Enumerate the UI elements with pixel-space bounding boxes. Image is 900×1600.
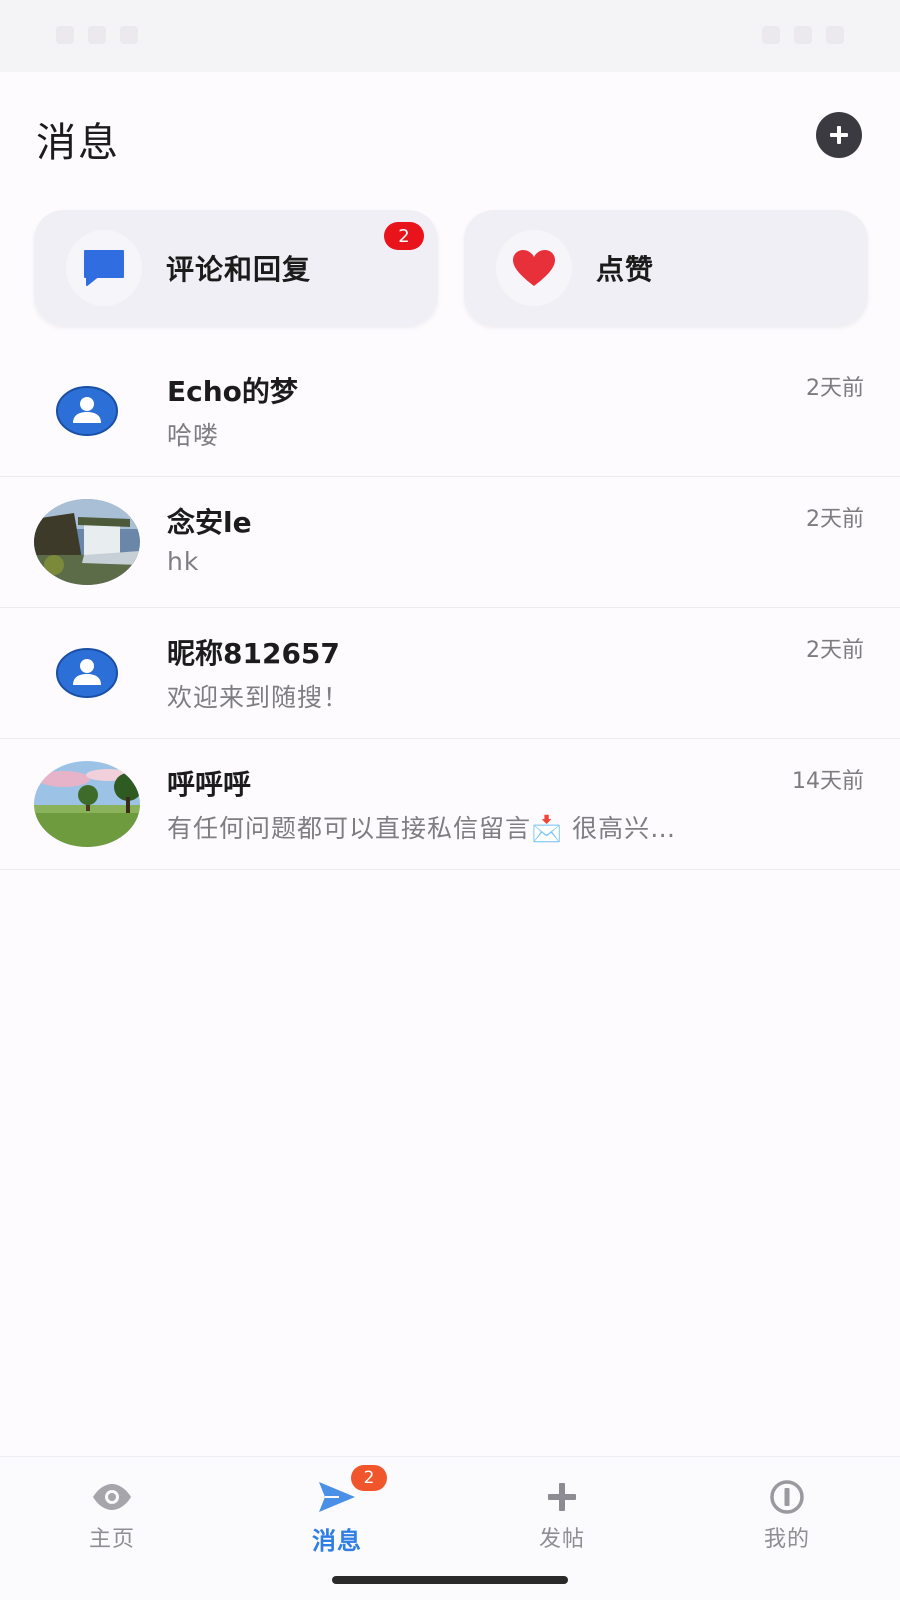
message-time: 2天前 — [806, 507, 864, 532]
page-title: 消息 — [36, 120, 120, 166]
avatar — [34, 761, 140, 847]
message-time: 2天前 — [806, 638, 864, 663]
message-row[interactable]: Echo的梦 哈喽 2天前 — [0, 346, 900, 477]
quick-cards: 评论和回复 2 点赞 — [34, 210, 868, 326]
home-indicator[interactable] — [332, 1576, 568, 1584]
message-row[interactable]: 念安le hk 2天前 — [0, 477, 900, 608]
tab-profile[interactable]: 我的 — [727, 1477, 847, 1557]
tab-messages[interactable]: 消息 2 — [277, 1465, 397, 1557]
contact-name: 昵称812657 — [167, 637, 340, 670]
message-preview: 欢迎来到随搜！ — [167, 683, 350, 712]
default-user-icon — [56, 648, 118, 698]
plus-circle-icon — [830, 126, 848, 144]
status-icon — [88, 26, 106, 44]
add-button[interactable] — [816, 112, 862, 158]
unread-badge: 2 — [384, 222, 424, 250]
message-time: 2天前 — [806, 376, 864, 401]
tab-messages-label: 消息 — [312, 1527, 362, 1555]
message-list: Echo的梦 哈喽 2天前 念安le hk 2天前 昵称812657 欢迎来到随… — [0, 346, 900, 870]
message-preview: 有任何问题都可以直接私信留言📩 很高兴… — [167, 814, 677, 843]
status-bar-right-icons — [762, 26, 844, 44]
status-bar-left-icons — [56, 26, 138, 44]
plus-icon — [546, 1477, 578, 1517]
status-icon — [120, 26, 138, 44]
page-header: 消息 — [0, 72, 900, 200]
message-preview: 哈喽 — [167, 421, 220, 450]
default-user-icon — [56, 386, 118, 436]
status-bar — [0, 0, 900, 72]
signal-icon — [794, 26, 812, 44]
tab-home-label: 主页 — [88, 1527, 135, 1552]
heart-icon — [496, 230, 572, 306]
status-icon — [56, 26, 74, 44]
likes-card[interactable]: 点赞 — [464, 210, 868, 326]
contact-name: 呼呼呼 — [167, 768, 252, 801]
tab-unread-badge: 2 — [351, 1465, 387, 1491]
message-row[interactable]: 昵称812657 欢迎来到随搜！ 2天前 — [0, 608, 900, 739]
tab-home[interactable]: 主页 — [52, 1477, 172, 1557]
eye-icon — [91, 1477, 133, 1517]
tab-profile-label: 我的 — [763, 1527, 810, 1552]
info-circle-icon — [769, 1477, 805, 1517]
comments-replies-card[interactable]: 评论和回复 2 — [34, 210, 438, 326]
avatar — [34, 499, 140, 585]
likes-label: 点赞 — [596, 253, 655, 286]
chat-bubble-icon — [66, 230, 142, 306]
avatar — [34, 368, 140, 454]
contact-name: Echo的梦 — [167, 375, 298, 408]
message-preview: hk — [167, 547, 200, 576]
comments-replies-label: 评论和回复 — [166, 253, 312, 286]
waterfall-photo — [34, 499, 140, 585]
message-row[interactable]: 呼呼呼 有任何问题都可以直接私信留言📩 很高兴… 14天前 — [0, 739, 900, 870]
contact-name: 念安le — [167, 506, 252, 539]
avatar — [34, 630, 140, 716]
tab-post[interactable]: 发帖 — [502, 1477, 622, 1557]
battery-icon — [826, 26, 844, 44]
meadow-tree-photo — [34, 761, 140, 847]
wifi-icon — [762, 26, 780, 44]
tab-post-label: 发帖 — [538, 1527, 585, 1552]
message-time: 14天前 — [792, 769, 864, 794]
